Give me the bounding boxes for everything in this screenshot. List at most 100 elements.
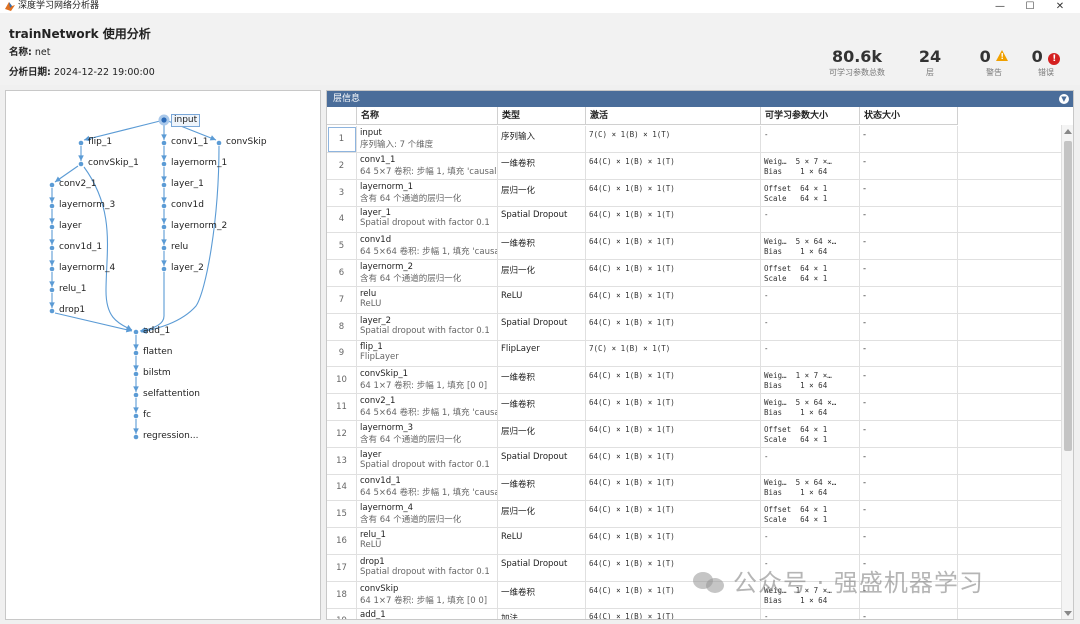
column-header-learnables[interactable]: 可学习参数大小 <box>761 107 860 125</box>
graph-node[interactable] <box>133 371 139 377</box>
graph-node[interactable] <box>161 117 167 123</box>
close-button[interactable]: ✕ <box>1045 0 1075 13</box>
graph-node[interactable] <box>49 266 55 272</box>
graph-node-label[interactable]: conv1_1 <box>171 137 208 147</box>
graph-node-label[interactable]: convSkip_1 <box>88 158 139 168</box>
table-row[interactable]: 11 conv2_1 64 5×64 卷积: 步幅 1, 填充 'causal' 一维… <box>327 394 1062 421</box>
graph-node[interactable] <box>133 434 139 440</box>
graph-node-label[interactable]: fc <box>143 410 151 420</box>
graph-node[interactable] <box>161 203 167 209</box>
table-row[interactable]: 13 layer Spatial dropout with factor 0.1 Sp… <box>327 447 1062 475</box>
layer-name-cell: convSkip 64 1×7 卷积: 步幅 1, 填充 [0 0] <box>357 581 498 609</box>
graph-node-label[interactable]: layer_2 <box>171 263 204 273</box>
graph-node-label[interactable]: flatten <box>143 347 172 357</box>
graph-node[interactable] <box>49 182 55 188</box>
graph-node-label[interactable]: drop1 <box>59 305 85 315</box>
graph-node-label[interactable]: layer <box>59 221 82 231</box>
graph-node[interactable] <box>161 182 167 188</box>
graph-node[interactable] <box>49 308 55 314</box>
scroll-thumb[interactable] <box>1064 141 1072 451</box>
table-row[interactable]: 7 relu ReLU ReLU 64(C) × 1(B) × 1(T) - - <box>327 286 1062 314</box>
graph-node-label[interactable]: flip_1 <box>88 137 112 147</box>
layer-description: 64 5×64 卷积: 步幅 1, 填充 'causal' <box>360 488 498 499</box>
layer-type: 层归一化 <box>498 260 586 287</box>
graph-node-label[interactable]: conv1d_1 <box>59 242 102 252</box>
column-header-states[interactable]: 状态大小 <box>860 107 958 125</box>
graph-edge <box>54 312 133 332</box>
layer-type: 层归一化 <box>498 501 586 529</box>
table-row[interactable]: 3 layernorm_1 含有 64 个通道的层归一化 层归一化 64(C) × 1(… <box>327 179 1062 207</box>
table-row[interactable]: 12 layernorm_3 含有 64 个通道的层归一化 层归一化 64(C) × 1… <box>327 420 1062 448</box>
graph-node-label[interactable]: layernorm_1 <box>171 158 227 168</box>
graph-node-label[interactable]: input <box>171 114 201 127</box>
graph-node-label[interactable]: layernorm_3 <box>59 200 115 210</box>
table-row[interactable]: 15 layernorm_4 含有 64 个通道的层归一化 层归一化 64(C) × 1… <box>327 501 1062 529</box>
row-index: 15 <box>327 501 357 529</box>
graph-node[interactable] <box>133 392 139 398</box>
table-row[interactable]: 2 conv1_1 64 5×7 卷积: 步幅 1, 填充 'causal' 一维卷积… <box>327 152 1062 180</box>
column-header-activation[interactable]: 激活 <box>586 107 761 125</box>
graph-node-label[interactable]: layernorm_4 <box>59 263 115 273</box>
graph-node-label[interactable]: bilstm <box>143 368 171 378</box>
graph-node[interactable] <box>161 245 167 251</box>
network-graph-panel[interactable]: input flip_1 convSkip_1 conv2_1 layernorm_3 l… <box>5 90 321 620</box>
graph-node-label[interactable]: regression... <box>143 431 198 441</box>
minimize-button[interactable]: — <box>985 0 1015 13</box>
table-row[interactable]: 8 layer_2 Spatial dropout with factor 0.1 S… <box>327 313 1062 341</box>
graph-node[interactable] <box>49 287 55 293</box>
network-name: 名称: net <box>9 44 50 58</box>
table-row[interactable]: 19add_1加法64(C) × 1(B) × 1(T)-- <box>327 608 1062 619</box>
graph-node-label[interactable]: convSkip <box>226 137 267 147</box>
column-header-name[interactable]: 名称 <box>357 107 498 125</box>
edge-arrow-icon <box>49 302 55 308</box>
graph-node[interactable] <box>49 203 55 209</box>
learnables-size: - <box>761 528 860 555</box>
graph-node[interactable] <box>161 140 167 146</box>
maximize-button[interactable]: ☐ <box>1015 0 1045 13</box>
graph-node[interactable] <box>161 266 167 272</box>
table-row[interactable]: 14 conv1d_1 64 5×64 卷积: 步幅 1, 填充 'causal' 一… <box>327 474 1062 502</box>
scroll-down-icon[interactable] <box>1064 611 1072 616</box>
graph-node[interactable] <box>161 224 167 230</box>
table-row[interactable]: 16 relu_1 ReLU ReLU 64(C) × 1(B) × 1(T) - - <box>327 528 1062 555</box>
graph-node[interactable] <box>49 245 55 251</box>
table-row[interactable]: 9 flip_1 FlipLayer FlipLayer 7(C) × 1(B) × 1… <box>327 340 1062 368</box>
graph-node[interactable] <box>133 329 139 335</box>
row-index: 18 <box>327 581 357 609</box>
layer-name-cell: relu_1 ReLU <box>357 528 498 555</box>
graph-node[interactable] <box>216 140 222 146</box>
layer-type: 层归一化 <box>498 179 586 207</box>
graph-node[interactable] <box>78 161 84 167</box>
state-size: - <box>860 420 958 448</box>
graph-node-label[interactable]: layer_1 <box>171 179 204 189</box>
table-row[interactable]: 10 convSkip_1 64 1×7 卷积: 步幅 1, 填充 [0 0] 一维卷… <box>327 367 1062 395</box>
scroll-up-icon[interactable] <box>1064 129 1072 134</box>
activation-size: 64(C) × 1(B) × 1(T) <box>586 528 761 555</box>
graph-node-label[interactable]: add_1 <box>143 326 170 336</box>
graph-node[interactable] <box>78 140 84 146</box>
graph-node-label[interactable]: relu_1 <box>59 284 86 294</box>
layer-name: layernorm_4 <box>360 503 414 514</box>
vertical-scrollbar[interactable] <box>1061 125 1073 619</box>
table-row[interactable]: 4 layer_1 Spatial dropout with factor 0.1 S… <box>327 206 1062 234</box>
graph-node-label[interactable]: layernorm_2 <box>171 221 227 231</box>
stat-errors[interactable]: 0 ! 错误 <box>1026 47 1066 78</box>
graph-node-label[interactable]: conv2_1 <box>59 179 96 189</box>
column-header-type[interactable]: 类型 <box>498 107 586 125</box>
graph-node[interactable] <box>49 224 55 230</box>
collapse-icon[interactable]: ▼ <box>1059 94 1069 104</box>
table-row[interactable]: 5 conv1d 64 5×64 卷积: 步幅 1, 填充 'causal' 一维卷积… <box>327 233 1062 261</box>
graph-node-label[interactable]: selfattention <box>143 389 200 399</box>
row-index: 13 <box>327 447 357 475</box>
graph-node[interactable] <box>161 161 167 167</box>
graph-node[interactable] <box>133 413 139 419</box>
edge-arrow-icon <box>133 365 139 371</box>
graph-node-label[interactable]: relu <box>171 242 188 252</box>
activation-size: 7(C) × 1(B) × 1(T) <box>586 126 761 153</box>
stat-value: 80.6k <box>831 47 883 66</box>
stat-warnings[interactable]: 0 ! 警告 <box>972 47 1016 78</box>
table-row[interactable]: 1 input 序列输入: 7 个维度 序列输入 7(C) × 1(B) × 1(T) -… <box>327 126 1062 153</box>
graph-node[interactable] <box>133 350 139 356</box>
table-row[interactable]: 6 layernorm_2 含有 64 个通道的层归一化 层归一化 64(C) × 1(… <box>327 260 1062 287</box>
graph-node-label[interactable]: conv1d <box>171 200 204 210</box>
